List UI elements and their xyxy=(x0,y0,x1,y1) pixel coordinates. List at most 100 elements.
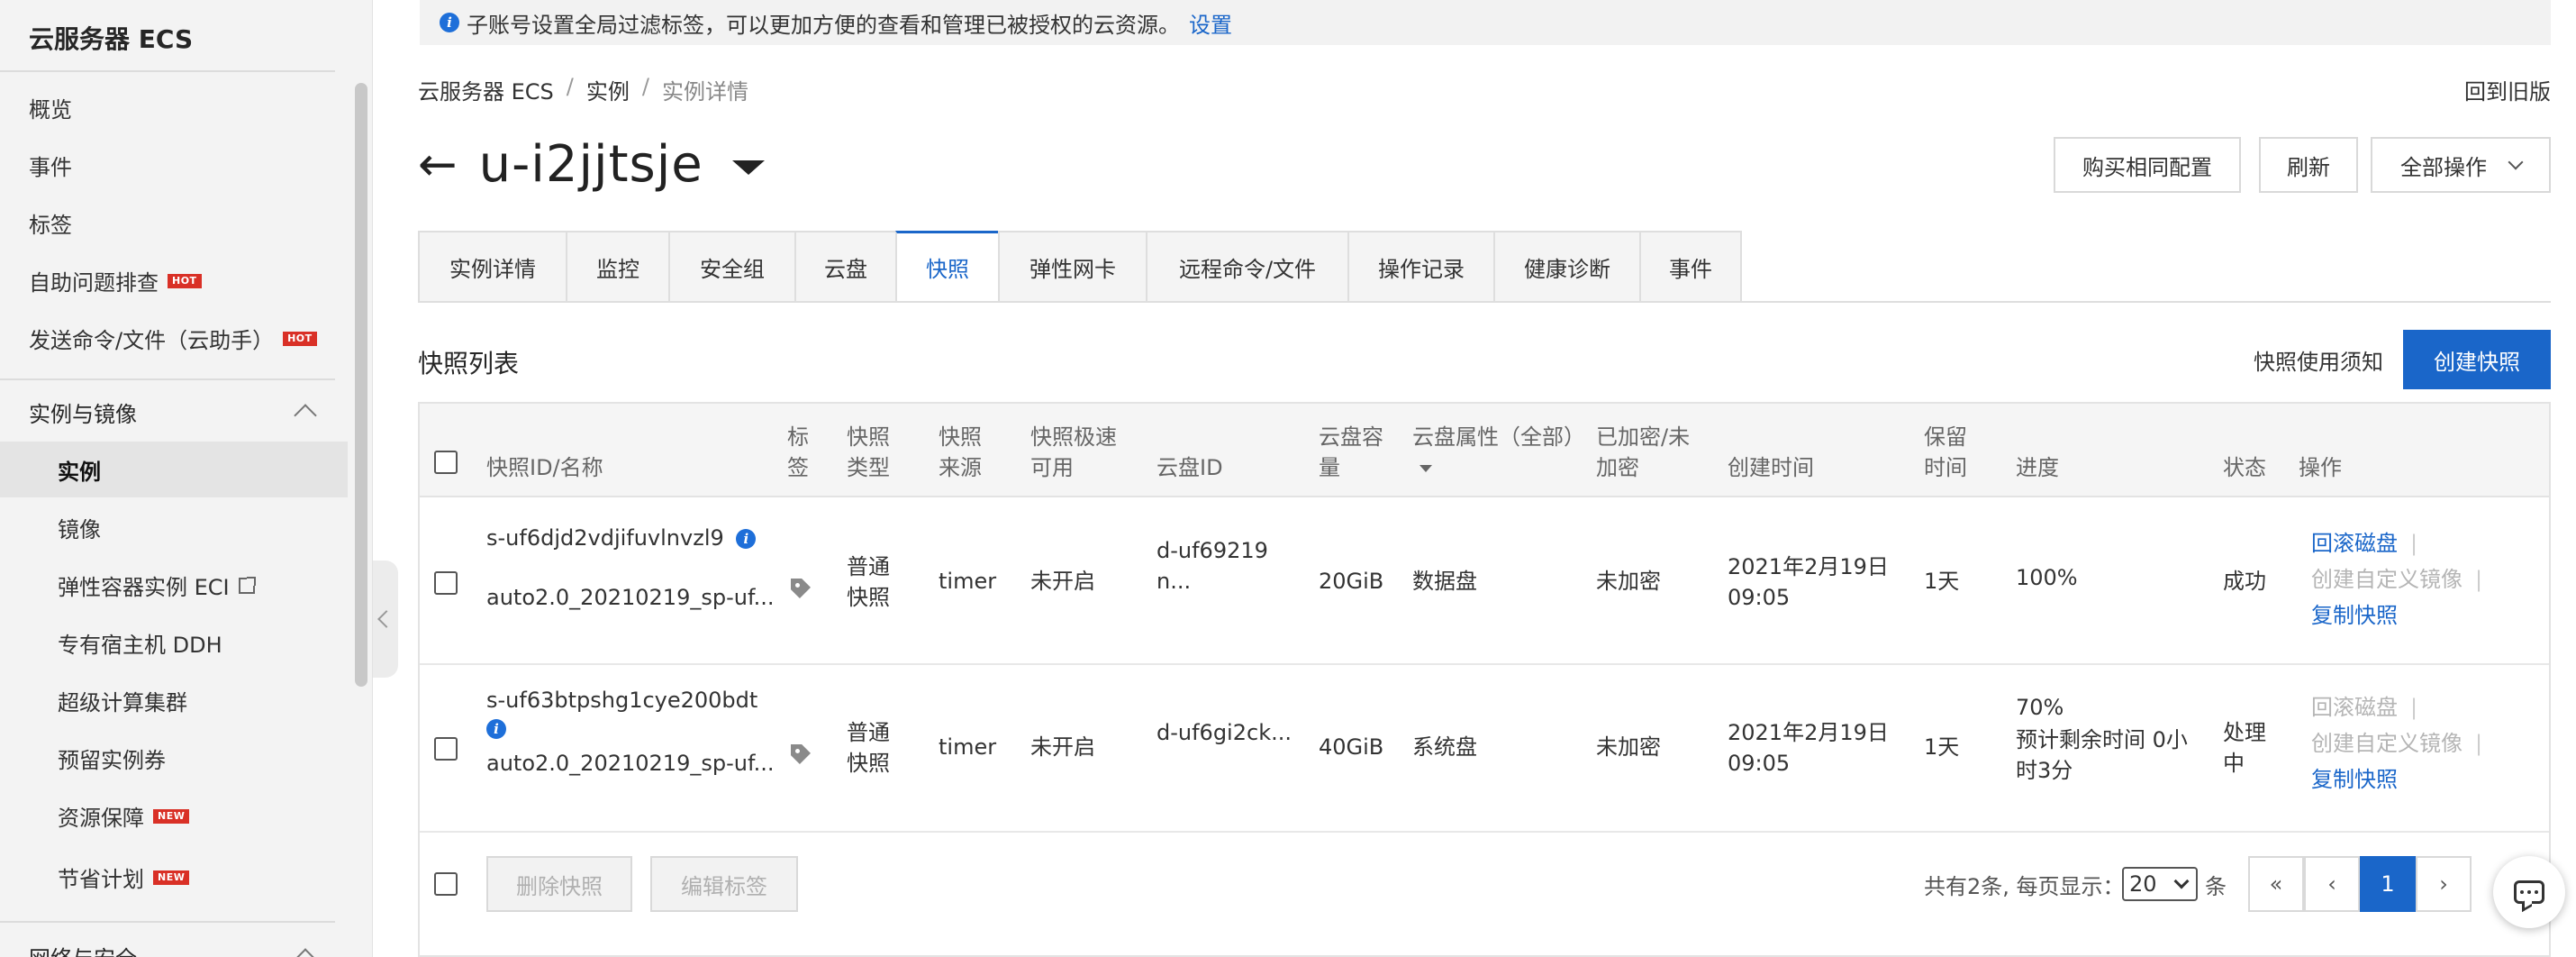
info-icon[interactable]: i xyxy=(736,529,757,549)
column-header: 标签 xyxy=(787,424,809,480)
hot-badge: HOT xyxy=(168,273,202,288)
retention-time: 1天 xyxy=(1924,734,1960,760)
disk-attr: 数据盘 xyxy=(1412,569,1477,594)
disk-id-link[interactable]: d-uf69219n... xyxy=(1156,535,1283,597)
tab-instance-details[interactable]: 实例详情 xyxy=(418,231,566,303)
tab-remote-commands[interactable]: 远程命令/文件 xyxy=(1146,231,1347,303)
back-arrow-icon[interactable]: ← xyxy=(418,141,458,188)
select-all-checkbox[interactable] xyxy=(434,451,458,474)
breadcrumb-item[interactable]: 云服务器 ECS xyxy=(418,74,554,105)
disk-id-link[interactable]: d-uf6gi2ck... xyxy=(1156,717,1292,748)
sidebar-item-troubleshoot[interactable]: 自助问题排查 HOT xyxy=(29,265,202,296)
copy-snapshot-link[interactable]: 复制快照 xyxy=(2311,603,2398,628)
sidebar-item-tags[interactable]: 标签 xyxy=(29,207,72,239)
page-1-button[interactable]: 1 xyxy=(2360,856,2416,912)
rollback-disk-link[interactable]: 回滚磁盘 xyxy=(2311,531,2398,556)
pager-label: « xyxy=(2269,871,2283,897)
first-page-button[interactable]: « xyxy=(2248,856,2304,912)
info-icon[interactable]: i xyxy=(486,719,506,739)
sidebar-scrollbar-thumb[interactable] xyxy=(355,83,367,687)
column-header: 保留时间 xyxy=(1924,424,1967,480)
chevron-down-icon xyxy=(2173,873,2190,889)
row-checkbox[interactable] xyxy=(434,571,458,595)
column-header: 云盘容量 xyxy=(1319,424,1383,480)
tab-operation-logs[interactable]: 操作记录 xyxy=(1347,231,1493,303)
rollback-disk-link[interactable]: 回滚磁盘 xyxy=(2311,695,2398,720)
sidebar-group-network-security[interactable]: 网络与安全 xyxy=(29,941,137,957)
prev-page-button[interactable]: ‹ xyxy=(2304,856,2360,912)
sidebar-item-images[interactable]: 镜像 xyxy=(58,512,101,543)
chat-support-button[interactable] xyxy=(2493,856,2565,928)
sidebar-item-label: 实例 xyxy=(58,460,101,485)
ops-line: 复制快照 xyxy=(2311,600,2398,631)
column-header: 云盘属性（全部） xyxy=(1412,424,1585,450)
created-time: 2021年2月19日 09:05 xyxy=(1728,554,1889,610)
tab-security-group[interactable]: 安全组 xyxy=(668,231,794,303)
notice-text: 子账号设置全局过滤标签，可以更加方便的查看和管理已被授权的云资源。 xyxy=(467,12,1180,38)
create-snapshot-button[interactable]: 创建快照 xyxy=(2403,330,2551,389)
create-custom-image-link[interactable]: 创建自定义镜像 xyxy=(2311,567,2463,592)
delete-snapshot-button[interactable]: 删除快照 xyxy=(486,856,632,912)
retention-time: 1天 xyxy=(1924,569,1960,594)
sidebar-item-label: 节省计划 xyxy=(58,867,144,892)
new-badge: NEW xyxy=(153,870,190,885)
sidebar-item-scc[interactable]: 超级计算集群 xyxy=(58,685,187,716)
sidebar-item-cloud-assistant[interactable]: 发送命令/文件（云助手） HOT xyxy=(29,323,317,354)
column-header: 快照ID/名称 xyxy=(486,455,603,480)
tab-label: 操作记录 xyxy=(1378,256,1465,282)
table-footer: 删除快照 编辑标签 共有2条, 每页显示： 20 条 « ‹ 1 › xyxy=(420,834,2549,952)
tag-icon[interactable] xyxy=(791,744,811,764)
fast-available: 未开启 xyxy=(1030,569,1095,594)
refresh-button[interactable]: 刷新 xyxy=(2259,137,2358,193)
create-custom-image-link[interactable]: 创建自定义镜像 xyxy=(2311,731,2463,756)
snapshot-id: s-uf6djd2vdjifuvlnvzl9 i xyxy=(486,523,763,553)
fast-available: 未开启 xyxy=(1030,734,1095,760)
disk-attr: 系统盘 xyxy=(1412,734,1477,760)
edit-tags-button[interactable]: 编辑标签 xyxy=(650,856,798,912)
sidebar-item-label: 预留实例券 xyxy=(58,748,166,773)
tab-label: 健康诊断 xyxy=(1524,256,1610,282)
chevron-down-icon xyxy=(2508,154,2524,170)
sidebar-item-savings-plan[interactable]: 节省计划 NEW xyxy=(58,861,190,893)
ops-line: 创建自定义镜像 | xyxy=(2311,564,2482,595)
caret-down-icon[interactable] xyxy=(731,160,765,175)
tab-monitoring[interactable]: 监控 xyxy=(566,231,668,303)
filter-caret-icon[interactable] xyxy=(1420,465,1432,472)
next-page-button[interactable]: › xyxy=(2416,856,2472,912)
separator: | xyxy=(2410,695,2418,720)
sidebar-item-resource-assurance[interactable]: 资源保障 NEW xyxy=(58,800,190,832)
tag-icon[interactable] xyxy=(791,579,811,598)
back-to-old-version-link[interactable]: 回到旧版 xyxy=(2464,74,2551,105)
sidebar-collapse-toggle[interactable] xyxy=(373,561,398,678)
sidebar-item-ddh[interactable]: 专有宿主机 DDH xyxy=(58,627,222,659)
tab-health-diagnosis[interactable]: 健康诊断 xyxy=(1493,231,1639,303)
sidebar-title: 云服务器 ECS xyxy=(29,24,194,54)
all-actions-dropdown[interactable]: 全部操作 xyxy=(2371,137,2551,193)
notice-settings-link[interactable]: 设置 xyxy=(1189,7,1232,39)
buy-same-config-button[interactable]: 购买相同配置 xyxy=(2054,137,2241,193)
page-size-select[interactable]: 20 xyxy=(2122,867,2198,901)
disk-capacity: 20GiB xyxy=(1319,569,1384,594)
sidebar-item-eci[interactable]: 弹性容器实例 ECI xyxy=(58,570,256,601)
snapshot-id-text: s-uf6djd2vdjifuvlnvzl9 xyxy=(486,525,724,551)
row-checkbox[interactable] xyxy=(434,737,458,761)
sidebar-item-overview[interactable]: 概览 xyxy=(29,92,72,123)
table-row: s-uf63btpshg1cye200bdt i auto2.0_2021021… xyxy=(420,665,2549,833)
tab-snapshots[interactable]: 快照 xyxy=(895,231,998,303)
disk-attr-filter-header[interactable]: 云盘属性（全部） xyxy=(1412,422,1585,483)
snapshot-notes-link[interactable]: 快照使用须知 xyxy=(2254,344,2383,376)
sidebar-item-label: 超级计算集群 xyxy=(58,690,187,715)
sidebar-item-instances[interactable]: 实例 xyxy=(58,454,101,486)
breadcrumb-item[interactable]: 实例 xyxy=(586,74,630,105)
sidebar-group-instances-images[interactable]: 实例与镜像 xyxy=(29,396,137,428)
tab-disks[interactable]: 云盘 xyxy=(794,231,895,303)
tab-events[interactable]: 事件 xyxy=(1639,231,1742,303)
chevron-up-icon[interactable] xyxy=(294,404,317,427)
copy-snapshot-link[interactable]: 复制快照 xyxy=(2311,767,2398,792)
tab-eni[interactable]: 弹性网卡 xyxy=(998,231,1146,303)
chevron-up-icon[interactable] xyxy=(294,948,317,957)
breadcrumb-separator: / xyxy=(641,74,649,99)
sidebar-item-events[interactable]: 事件 xyxy=(29,150,72,181)
footer-select-all-checkbox[interactable] xyxy=(434,872,458,896)
sidebar-item-reserved[interactable]: 预留实例券 xyxy=(58,743,166,774)
